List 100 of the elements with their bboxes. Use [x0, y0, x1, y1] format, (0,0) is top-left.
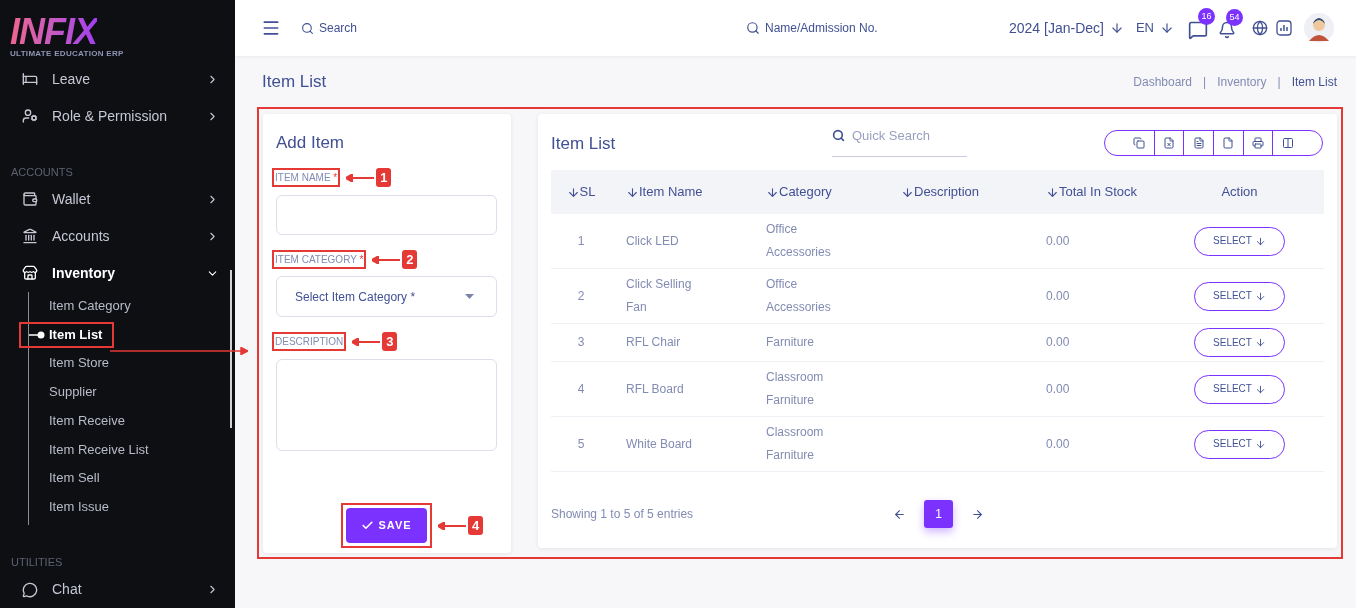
submenu-item[interactable]: Item List	[29, 324, 103, 345]
arrow-down-icon	[1254, 235, 1266, 247]
callout-number: 2	[402, 250, 418, 269]
table-cell-text: Click Selling Fan	[626, 276, 693, 316]
sort-arrow-icon	[626, 185, 639, 199]
field-label: ITEM CATEGORY *	[275, 254, 364, 265]
submenu-item[interactable]: Item Category	[29, 296, 131, 316]
search-icon	[301, 21, 314, 35]
table-cell-text: 0.00	[1046, 287, 1070, 305]
table-cell-text: RFL Chair	[626, 334, 682, 351]
table-cell-text: 0.00	[1046, 334, 1070, 351]
column-header[interactable]: Item Name	[626, 182, 703, 202]
file-icon[interactable]	[1222, 137, 1235, 149]
arrow-down-icon	[1254, 337, 1266, 348]
columns-icon[interactable]	[1281, 137, 1294, 149]
submenu-item[interactable]: Item Sell	[29, 468, 100, 488]
submenu-item[interactable]: Item Store	[29, 353, 109, 373]
callout-arrow	[346, 173, 375, 182]
active-dot-icon	[29, 330, 45, 339]
table-cell-text: 2	[577, 287, 585, 305]
description-field[interactable]	[276, 359, 497, 451]
callout-number: 3	[382, 332, 398, 351]
bed-icon	[22, 71, 38, 87]
search-icon	[832, 129, 845, 142]
card-title: Item List	[551, 133, 617, 155]
search-field[interactable]: Search	[301, 19, 501, 37]
table-cell-text: Office Accessories	[766, 276, 832, 316]
table-cell-text: 1	[577, 232, 585, 250]
language-dropdown[interactable]: EN	[1135, 18, 1174, 38]
sidebar-item[interactable]: Accounts	[0, 217, 235, 255]
item-name-field[interactable]	[276, 195, 497, 235]
callout-number: 4	[468, 516, 483, 535]
arrow-down-icon	[1254, 290, 1266, 302]
student-search-field[interactable]: Name/Admission No.	[746, 19, 878, 37]
section-heading: ACCOUNTS	[11, 165, 73, 178]
table-cell-text: Classroom Farniture	[766, 424, 825, 464]
sidebar-item[interactable]: Role & Permission	[0, 97, 235, 135]
table-cell-text: 0.00	[1046, 380, 1070, 398]
field-label: ITEM NAME *	[275, 172, 338, 183]
session-dropdown[interactable]: 2024 [Jan-Dec]	[1009, 17, 1124, 39]
column-header[interactable]: Total In Stock	[1046, 182, 1138, 202]
callout-arrow	[438, 521, 466, 530]
sidebar-item[interactable]: Inventory	[0, 254, 235, 292]
column-header[interactable]: SL	[566, 182, 596, 202]
field-label: DESCRIPTION	[275, 336, 344, 347]
table-cell-text: Office Accessories	[766, 221, 832, 261]
notification-count: 54	[1226, 9, 1243, 26]
chart-icon[interactable]	[1276, 20, 1292, 36]
table-cell-text: 0.00	[1046, 435, 1070, 453]
submenu-item[interactable]: Item Issue	[29, 496, 109, 517]
wallet-icon	[22, 191, 38, 207]
printer-icon[interactable]	[1252, 137, 1264, 149]
submenu-item[interactable]: Item Receive List	[29, 439, 149, 460]
bell-icon[interactable]	[1218, 21, 1236, 39]
column-header[interactable]: Category	[766, 182, 832, 202]
page-title: Item List	[262, 70, 328, 93]
table-cell-text: White Board	[626, 435, 694, 453]
card-title: Add Item	[276, 132, 346, 154]
category-select[interactable]: Select Item Category *	[276, 276, 497, 317]
arrow-down-icon	[1254, 438, 1266, 450]
logo-tagline: ULTIMATE EDUCATION ERP	[10, 50, 125, 58]
page-button[interactable]: 1	[924, 500, 953, 528]
sidebar-item[interactable]: Leave	[0, 60, 235, 98]
next-page-icon[interactable]	[971, 507, 984, 521]
breadcrumb-separator: |	[1277, 73, 1281, 91]
submenu-item[interactable]: Supplier	[29, 382, 97, 402]
check-icon	[361, 519, 375, 532]
previous-page-icon[interactable]	[893, 507, 906, 521]
column-header[interactable]: Action	[1221, 182, 1258, 202]
search-icon	[746, 21, 760, 35]
callout-number: 1	[376, 168, 392, 187]
file-text-icon[interactable]	[1192, 137, 1205, 149]
dropdown-caret-icon	[465, 294, 474, 299]
section-heading: UTILITIES	[11, 556, 63, 568]
callout-arrow	[372, 255, 401, 264]
copy-icon[interactable]	[1133, 137, 1146, 149]
table-cell-text: 3	[577, 334, 585, 351]
sidebar-item[interactable]: Chat	[0, 571, 235, 608]
save-button[interactable]: SAVE	[346, 508, 427, 543]
store-icon	[22, 265, 38, 281]
sort-arrow-icon	[1046, 185, 1059, 199]
menu-icon[interactable]	[261, 18, 281, 38]
globe-icon[interactable]	[1252, 20, 1268, 36]
sidebar-item[interactable]: Wallet	[0, 180, 235, 218]
submenu-item[interactable]: Item Receive	[29, 410, 125, 431]
table-cell-text: RFL Board	[626, 380, 685, 398]
avatar[interactable]	[1304, 13, 1334, 43]
chat-icon	[22, 581, 38, 598]
bank-icon	[22, 228, 38, 244]
file-x-icon[interactable]	[1163, 137, 1175, 149]
table-cell-text: 0.00	[1046, 232, 1070, 250]
table-cell-text: 4	[577, 380, 585, 398]
sort-arrow-icon	[766, 185, 779, 199]
message-count: 16	[1198, 8, 1215, 25]
sort-arrow-icon	[901, 185, 914, 199]
callout-arrow	[352, 337, 381, 346]
user-gear-icon	[22, 108, 38, 124]
message-icon[interactable]	[1188, 20, 1208, 40]
sort-arrow-icon	[566, 185, 580, 199]
column-header[interactable]: Description	[901, 182, 980, 202]
